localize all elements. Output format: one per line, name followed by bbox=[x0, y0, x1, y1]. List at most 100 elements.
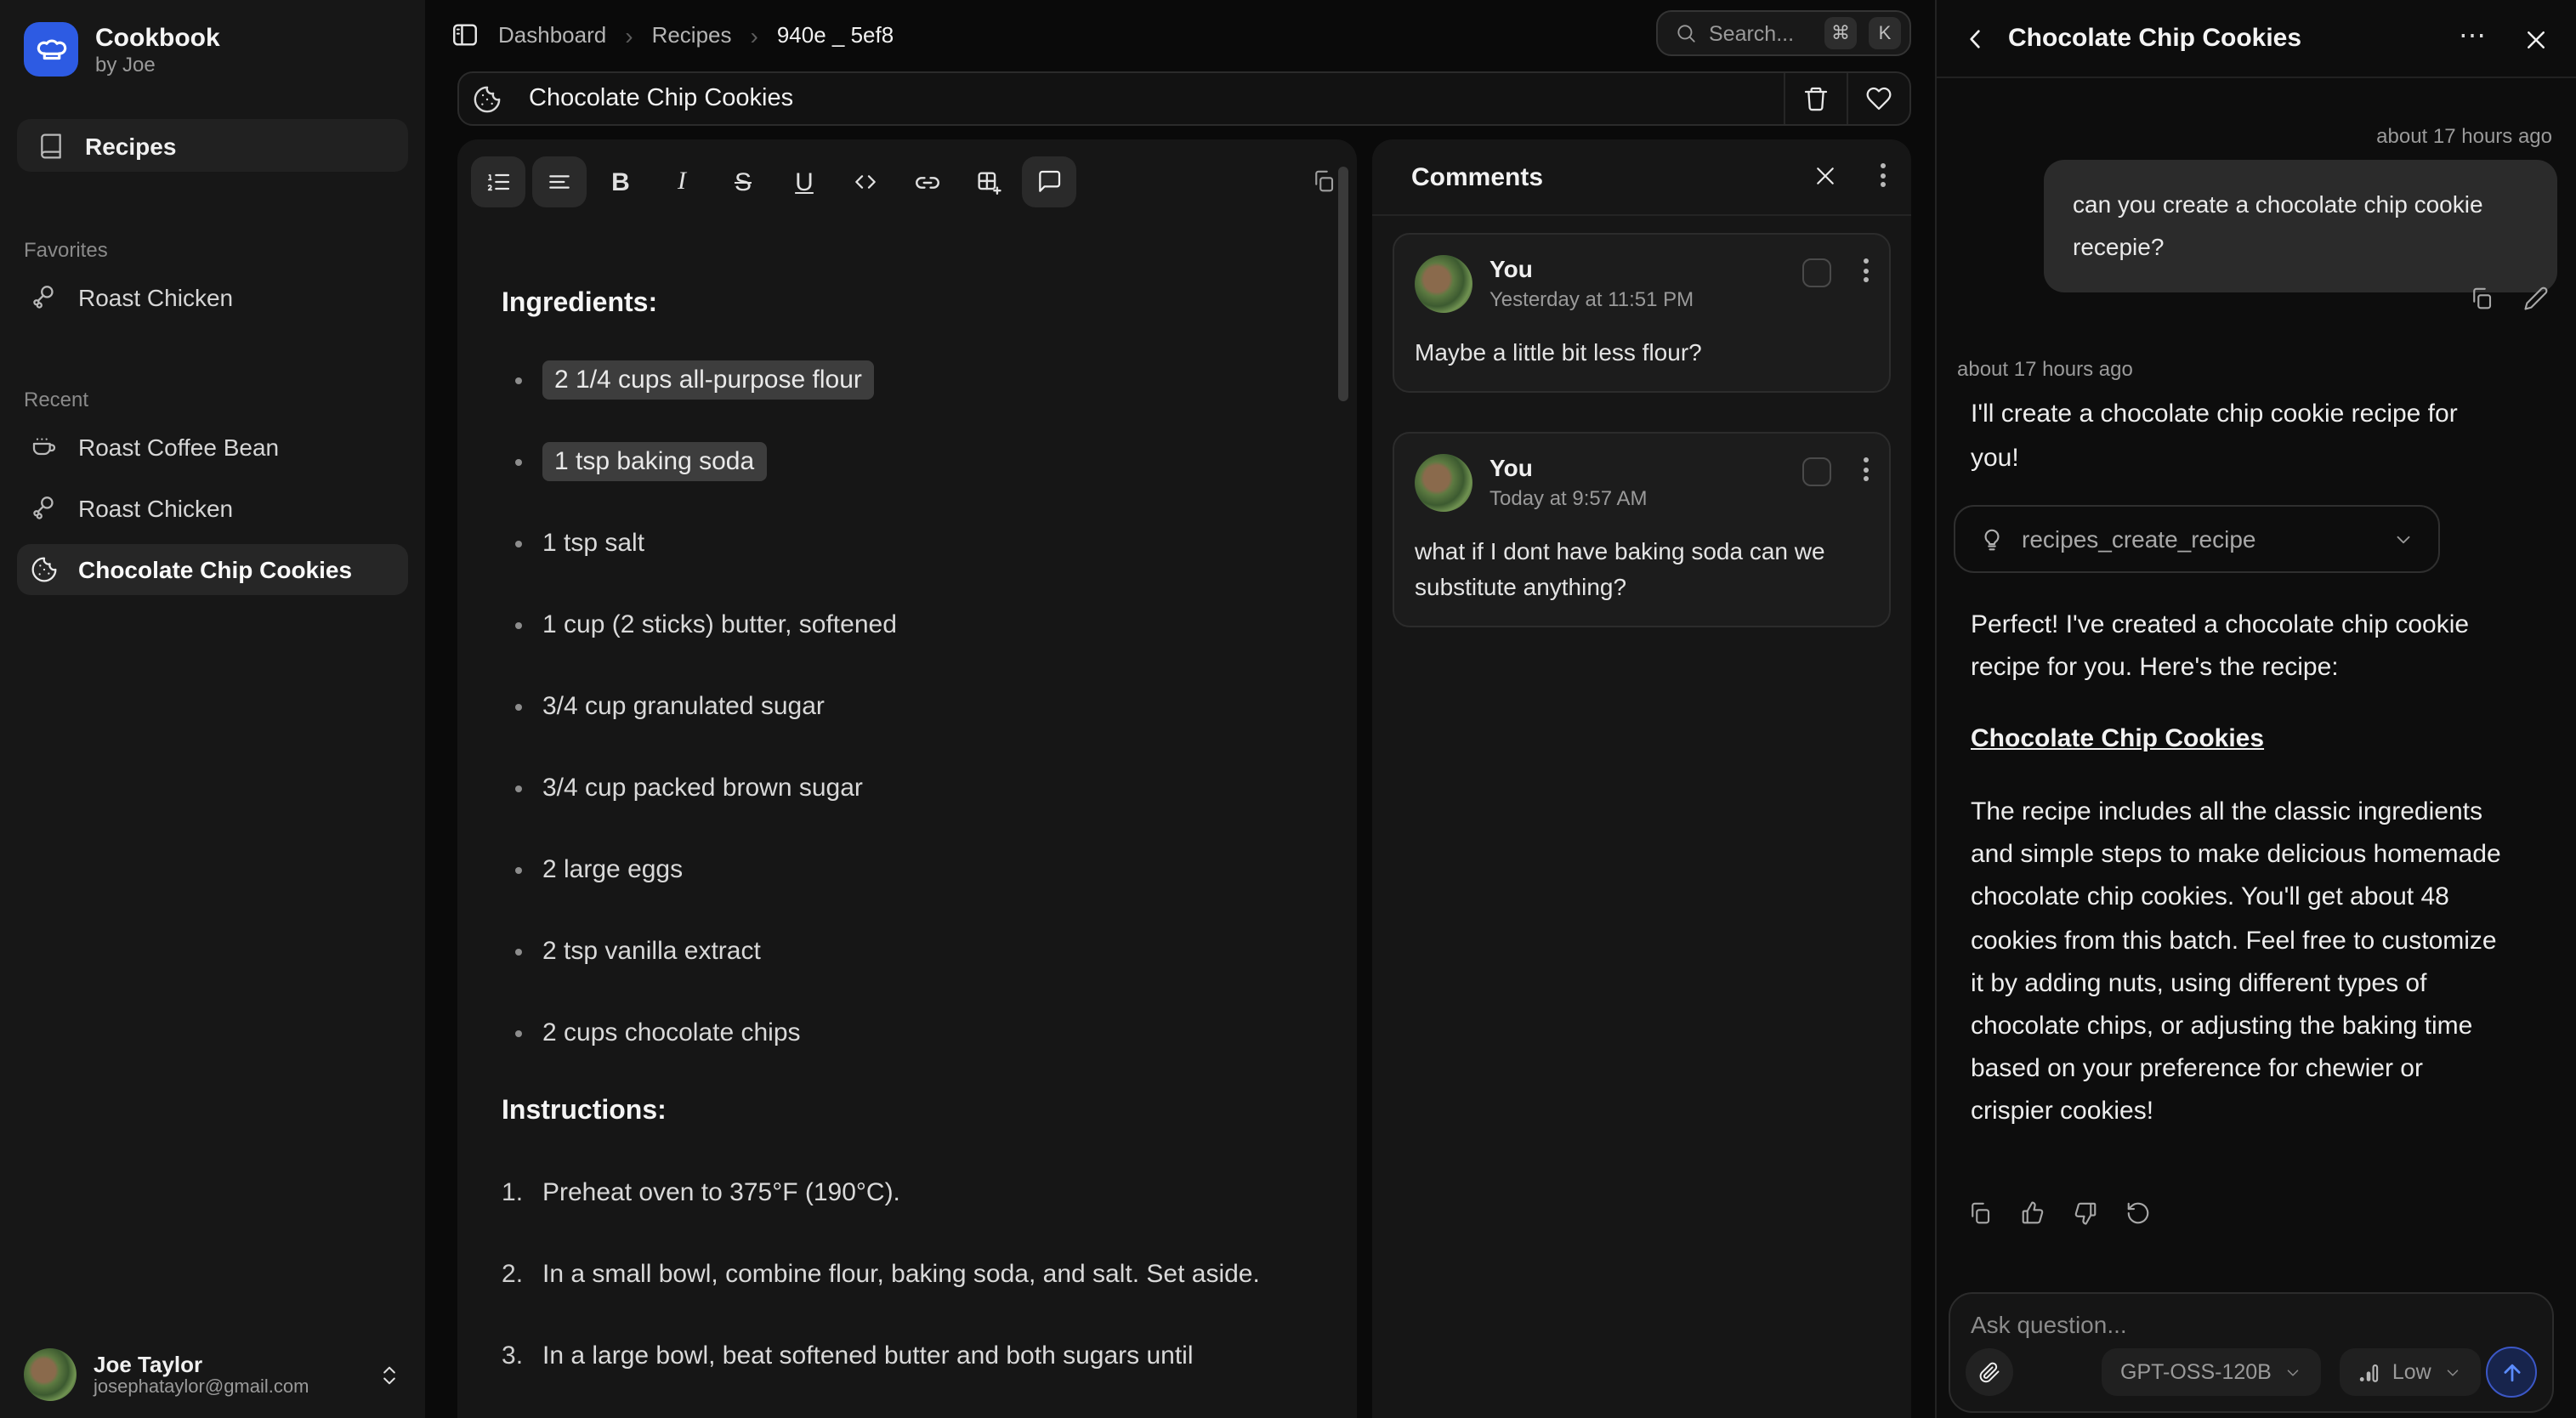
list-item[interactable]: 3/4 cup granulated sugar bbox=[542, 689, 1301, 726]
list-item[interactable]: 1 tsp salt bbox=[542, 525, 1301, 563]
copy-document-button[interactable] bbox=[1311, 168, 1336, 194]
link-button[interactable] bbox=[899, 156, 954, 207]
assistant-title: Chocolate Chip Cookies bbox=[2008, 24, 2301, 53]
comments-panel: Comments You Yesterday at 11:51 PM bbox=[1372, 139, 1911, 1418]
resolve-checkbox[interactable] bbox=[1802, 457, 1831, 486]
recipe-document[interactable]: Ingredients: 2 1/4 cups all-purpose flou… bbox=[502, 289, 1301, 1415]
assistant-message: I'll create a chocolate chip cookie reci… bbox=[1971, 393, 2498, 481]
italic-button[interactable]: I bbox=[655, 156, 709, 207]
list-item[interactable]: Preheat oven to 375°F (190°C). bbox=[542, 1170, 1301, 1217]
tool-call-name: recipes_create_recipe bbox=[2022, 525, 2375, 553]
search-placeholder: Search... bbox=[1709, 21, 1813, 45]
list-item[interactable]: 2 1/4 cups all-purpose flour bbox=[542, 362, 1301, 400]
list-item[interactable]: In a large bowl, beat softened butter an… bbox=[542, 1333, 1301, 1381]
message-timestamp: about 17 hours ago bbox=[1957, 357, 2133, 381]
recipe-link[interactable]: Chocolate Chip Cookies bbox=[1971, 724, 2264, 753]
strikethrough-button[interactable]: S bbox=[716, 156, 770, 207]
breadcrumb-dashboard[interactable]: Dashboard bbox=[498, 22, 606, 48]
list-item[interactable]: In a small bowl, combine flour, baking s… bbox=[542, 1251, 1301, 1299]
book-icon bbox=[37, 132, 65, 159]
instructions-list: Preheat oven to 375°F (190°C). In a smal… bbox=[542, 1170, 1301, 1381]
list-item[interactable]: 1 cup (2 sticks) butter, softened bbox=[542, 607, 1301, 644]
kebab-menu-icon[interactable] bbox=[1864, 457, 1869, 481]
breadcrumb-recipes[interactable]: Recipes bbox=[652, 22, 732, 48]
ellipsis-menu-icon[interactable]: ⋯ bbox=[2459, 19, 2488, 53]
paperclip-icon bbox=[1977, 1360, 2001, 1384]
bold-button[interactable]: B bbox=[593, 156, 648, 207]
underline-button[interactable]: U bbox=[777, 156, 831, 207]
user-email: josephataylor@gmail.com bbox=[94, 1377, 360, 1398]
user-menu[interactable]: Joe Taylor josephataylor@gmail.com bbox=[24, 1348, 401, 1401]
sidebar-item-roast-chicken-fav[interactable]: Roast Chicken bbox=[17, 272, 408, 323]
ordered-list-button[interactable] bbox=[471, 156, 525, 207]
send-button[interactable] bbox=[2486, 1347, 2537, 1398]
ingredient-text: 3/4 cup packed brown sugar bbox=[542, 774, 863, 803]
app-logo-row[interactable]: Cookbook by Joe bbox=[24, 22, 220, 77]
ingredient-text: 2 tsp vanilla extract bbox=[542, 937, 761, 966]
signal-bars-icon bbox=[2358, 1361, 2380, 1383]
chevron-right-icon: › bbox=[625, 21, 633, 48]
avatar bbox=[1415, 255, 1472, 313]
sidebar-item-recipes[interactable]: Recipes bbox=[17, 119, 408, 172]
resolve-checkbox[interactable] bbox=[1802, 258, 1831, 287]
align-text-button[interactable] bbox=[532, 156, 587, 207]
recipe-titlebar: Chocolate Chip Cookies bbox=[457, 71, 1911, 126]
ingredient-text: 1 cup (2 sticks) butter, softened bbox=[542, 610, 897, 639]
tool-call-expander[interactable]: recipes_create_recipe bbox=[1954, 505, 2440, 573]
copy-icon[interactable] bbox=[2469, 286, 2494, 311]
comment-button[interactable] bbox=[1022, 156, 1076, 207]
sidebar-toggle-icon[interactable] bbox=[451, 20, 479, 49]
search-input[interactable]: Search... ⌘ K bbox=[1656, 10, 1911, 56]
model-selector[interactable]: GPT-OSS-120B bbox=[2102, 1348, 2321, 1396]
assistant-message: Perfect! I've created a chocolate chip c… bbox=[1971, 604, 2501, 689]
sidebar-item-roast-chicken-recent[interactable]: Roast Chicken bbox=[17, 483, 408, 534]
chat-input-placeholder[interactable]: Ask question... bbox=[1971, 1311, 2532, 1338]
kebab-menu-icon[interactable] bbox=[1881, 163, 1886, 187]
comment-time: Yesterday at 11:51 PM bbox=[1489, 287, 1785, 311]
close-icon[interactable] bbox=[2523, 27, 2549, 53]
highlighted-text[interactable]: 1 tsp baking soda bbox=[542, 442, 766, 481]
drumstick-icon bbox=[31, 284, 58, 311]
chat-composer[interactable]: Ask question... GPT-OSS-120B bbox=[1949, 1292, 2554, 1413]
edit-pencil-icon[interactable] bbox=[2523, 286, 2549, 311]
sidebar-item-label: Roast Coffee Bean bbox=[78, 434, 279, 461]
regenerate-icon[interactable] bbox=[2125, 1200, 2151, 1226]
close-icon[interactable] bbox=[1813, 163, 1838, 189]
reasoning-selector[interactable]: Low bbox=[2340, 1348, 2481, 1396]
code-button[interactable] bbox=[838, 156, 893, 207]
list-item[interactable]: 2 large eggs bbox=[542, 852, 1301, 889]
list-item[interactable]: 1 tsp baking soda bbox=[542, 444, 1301, 481]
sidebar-item-label: Recipes bbox=[85, 132, 176, 159]
user-name: Joe Taylor bbox=[94, 1352, 360, 1377]
delete-recipe-button[interactable] bbox=[1784, 73, 1847, 124]
list-item[interactable]: 3/4 cup packed brown sugar bbox=[542, 770, 1301, 808]
cookie-icon bbox=[459, 73, 515, 124]
app-logo bbox=[24, 22, 78, 77]
recipe-title-input[interactable]: Chocolate Chip Cookies bbox=[515, 85, 1784, 112]
list-item[interactable]: 2 tsp vanilla extract bbox=[542, 933, 1301, 971]
sidebar-item-roast-coffee-bean[interactable]: Roast Coffee Bean bbox=[17, 422, 408, 473]
back-icon[interactable] bbox=[1962, 26, 1989, 53]
insert-table-button[interactable] bbox=[961, 156, 1015, 207]
ingredient-text: 2 large eggs bbox=[542, 855, 683, 884]
section-title-favorites: Favorites bbox=[24, 238, 108, 262]
ingredients-list: 2 1/4 cups all-purpose flour 1 tsp bakin… bbox=[542, 362, 1301, 1052]
chevron-down-icon bbox=[2284, 1363, 2302, 1381]
comment-card[interactable]: You Yesterday at 11:51 PM Maybe a little… bbox=[1393, 233, 1891, 393]
comment-card[interactable]: You Today at 9:57 AM what if I dont have… bbox=[1393, 432, 1891, 627]
editor-scrollbar[interactable] bbox=[1338, 167, 1348, 401]
trash-icon bbox=[1802, 85, 1830, 112]
list-item[interactable]: 2 cups chocolate chips bbox=[542, 1015, 1301, 1052]
thumbs-up-icon[interactable] bbox=[2020, 1200, 2045, 1226]
attach-file-button[interactable] bbox=[1966, 1348, 2013, 1396]
kebab-menu-icon[interactable] bbox=[1864, 258, 1869, 282]
comment-time: Today at 9:57 AM bbox=[1489, 486, 1785, 510]
favorite-recipe-button[interactable] bbox=[1847, 73, 1909, 124]
chevrons-up-down-icon bbox=[377, 1363, 401, 1387]
main-area: Dashboard › Recipes › 940e _ 5ef8 Search… bbox=[425, 0, 1935, 1418]
highlighted-text[interactable]: 2 1/4 cups all-purpose flour bbox=[542, 360, 874, 400]
thumbs-down-icon[interactable] bbox=[2073, 1200, 2098, 1226]
section-title-recent: Recent bbox=[24, 388, 88, 411]
sidebar-item-chocolate-chip-cookies[interactable]: Chocolate Chip Cookies bbox=[17, 544, 408, 595]
copy-icon[interactable] bbox=[1967, 1200, 1993, 1226]
